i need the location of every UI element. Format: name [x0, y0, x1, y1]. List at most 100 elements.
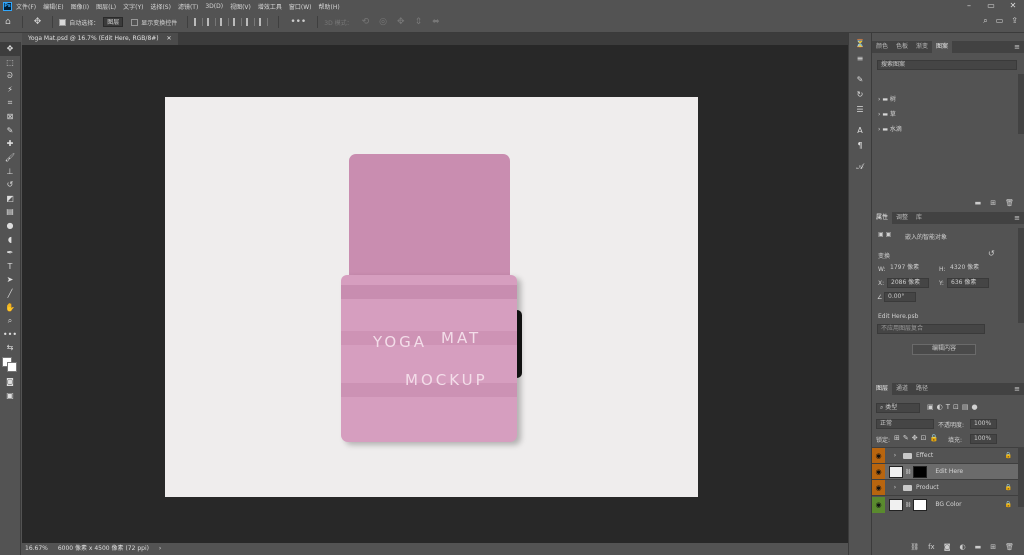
tab-properties[interactable]: 属性 — [872, 212, 893, 224]
line-tool-icon[interactable]: ╱ — [0, 287, 20, 301]
show-transform-checkbox[interactable] — [131, 18, 139, 26]
move-tool-icon[interactable]: ✥ — [0, 42, 20, 56]
pattern-group[interactable]: › ▬ 草 — [878, 109, 896, 118]
path-select-tool-icon[interactable]: ➤ — [0, 273, 20, 287]
panel-menu-icon[interactable]: ≡ — [1014, 212, 1020, 224]
menu-item-view[interactable]: 视图(V) — [230, 2, 251, 11]
align-center-icon[interactable] — [207, 18, 217, 26]
menu-item-layer[interactable]: 图层(L) — [96, 2, 116, 11]
pattern-group[interactable]: › ▬ 水滴 — [878, 124, 902, 133]
new-layer-icon[interactable]: ⊞ — [990, 541, 996, 553]
tab-swatches[interactable]: 色板 — [892, 41, 912, 53]
marquee-tool-icon[interactable]: ⬚ — [0, 56, 20, 70]
history-icon[interactable]: ⏳ — [849, 39, 871, 54]
layer-filter-icons[interactable]: ▣◐T⊡▤● — [927, 403, 981, 411]
menu-item-image[interactable]: 图像(I) — [71, 2, 89, 11]
delete-icon[interactable]: 🗑 — [1005, 197, 1014, 209]
close-icon[interactable]: ✕ — [1002, 0, 1024, 12]
y-field[interactable]: 636 像素 — [947, 278, 989, 288]
visibility-eye-icon[interactable]: ◉ — [872, 447, 885, 464]
tab-layers[interactable]: 图层 — [872, 383, 893, 395]
search-icon[interactable]: ⌕ — [983, 16, 987, 26]
type-tool-icon[interactable]: T — [0, 260, 20, 274]
more-options-icon[interactable]: ••• — [290, 17, 306, 27]
hand-tool-icon[interactable]: ✋ — [0, 300, 20, 314]
add-mask-icon[interactable]: ◙ — [944, 541, 951, 553]
background-color-swatch[interactable] — [7, 361, 17, 372]
tab-color[interactable]: 颜色 — [872, 41, 892, 53]
lasso-tool-icon[interactable]: ᘐ — [0, 69, 20, 83]
align-bottom-icon[interactable] — [259, 18, 269, 26]
pattern-group[interactable]: › ▬ 树 — [878, 94, 896, 103]
stamp-tool-icon[interactable]: ⊥ — [0, 164, 20, 178]
menu-item-file[interactable]: 文件(F) — [16, 2, 36, 11]
layer-style-icon[interactable]: fx — [928, 541, 935, 553]
visibility-eye-icon[interactable]: ◉ — [872, 479, 885, 496]
minimize-icon[interactable]: – — [958, 0, 980, 12]
paragraph-icon[interactable]: ¶ — [849, 141, 871, 156]
menu-item-plugins[interactable]: 增效工具 — [258, 2, 282, 11]
menu-item-help[interactable]: 帮助(H) — [319, 2, 340, 11]
panel-menu-icon[interactable]: ≡ — [1014, 41, 1020, 53]
menu-item-type[interactable]: 文字(Y) — [123, 2, 143, 11]
properties-icon[interactable]: ≡ — [849, 54, 871, 69]
layer-row-bg-color[interactable]: ◉ ⛓ BG Color 🔒 — [872, 495, 1024, 513]
status-arrow-icon[interactable]: › — [159, 545, 161, 552]
dodge-tool-icon[interactable]: ◖ — [0, 232, 20, 246]
history-brush-tool-icon[interactable]: ↺ — [0, 178, 20, 192]
share-icon[interactable]: ⇪ — [1011, 16, 1018, 26]
layer-filter-dropdown[interactable]: ⌕ 类型 — [876, 403, 920, 413]
link-layers-icon[interactable]: ⛓ — [910, 541, 919, 553]
chevron-right-icon[interactable]: › — [891, 452, 899, 459]
close-tab-icon[interactable]: ✕ — [167, 35, 172, 42]
chevron-right-icon[interactable]: › — [891, 484, 899, 491]
brush-tool-icon[interactable]: 🖌 — [0, 151, 20, 165]
document-tab[interactable]: Yoga Mat.psd @ 16.7% (Edit Here, RGB/8#)… — [22, 33, 178, 45]
width-field[interactable]: 1797 像素 — [887, 264, 929, 274]
zoom-tool-icon[interactable]: ⌕ — [0, 314, 20, 328]
blur-tool-icon[interactable]: ● — [0, 219, 20, 233]
move-tool-icon[interactable]: ✥ — [34, 17, 42, 27]
screen-mode-icon[interactable]: ▣ — [0, 388, 20, 402]
gradient-tool-icon[interactable]: ▤ — [0, 205, 20, 219]
layer-row-product[interactable]: ◉ › Product 🔒 — [872, 479, 1024, 496]
adjustments-icon[interactable]: ↻ — [849, 90, 871, 105]
adjustment-layer-icon[interactable]: ◐ — [960, 541, 966, 553]
align-middle-icon[interactable] — [246, 18, 256, 26]
lock-icons[interactable]: ⊞✎✥⊡🔒 — [894, 434, 941, 442]
color-swatches[interactable] — [0, 355, 20, 375]
menu-item-filter[interactable]: 滤镜(T) — [178, 2, 198, 11]
blend-mode-dropdown[interactable]: 正常 — [876, 419, 934, 429]
menu-item-select[interactable]: 选择(S) — [150, 2, 171, 11]
x-field[interactable]: 2086 像素 — [887, 278, 929, 288]
tab-libraries[interactable]: 库 — [912, 212, 926, 224]
fill-field[interactable]: 100% — [970, 434, 997, 444]
brush-settings-icon[interactable]: ✎ — [849, 75, 871, 90]
tab-channels[interactable]: 通道 — [892, 383, 912, 395]
visibility-eye-icon[interactable]: ◉ — [872, 463, 885, 480]
workspace-icon[interactable]: ▭ — [996, 16, 1004, 26]
maximize-icon[interactable]: ▭ — [980, 0, 1002, 12]
layer-comps-icon[interactable]: ☰ — [849, 105, 871, 120]
layers-scrollbar[interactable] — [1018, 447, 1024, 507]
eraser-tool-icon[interactable]: ◩ — [0, 192, 20, 206]
menu-item-window[interactable]: 窗口(W) — [289, 2, 312, 11]
character-icon[interactable]: A — [849, 126, 871, 141]
new-pattern-icon[interactable]: ⊞ — [990, 197, 996, 209]
new-group-icon[interactable]: ▬ — [975, 541, 982, 553]
angle-field[interactable]: 0.00° — [884, 292, 916, 302]
edit-contents-button[interactable]: 编辑内容 — [912, 344, 976, 355]
delete-icon[interactable]: 🗑 — [1005, 541, 1014, 553]
glyphs-icon[interactable]: 𝒜 — [849, 162, 871, 177]
magic-wand-tool-icon[interactable]: ⚡ — [0, 83, 20, 97]
frame-tool-icon[interactable]: ⊠ — [0, 110, 20, 124]
align-top-icon[interactable] — [233, 18, 243, 26]
layer-row-edit-here[interactable]: ◉ ⛓ Edit Here — [872, 463, 1024, 480]
visibility-eye-icon[interactable]: ◉ — [872, 496, 885, 513]
panel-menu-icon[interactable]: ≡ — [1014, 383, 1020, 395]
edit-toolbar-icon[interactable]: ••• — [0, 327, 20, 341]
patterns-scrollbar[interactable] — [1018, 74, 1024, 134]
align-left-icon[interactable] — [194, 18, 204, 26]
tab-adjustments[interactable]: 调整 — [892, 212, 912, 224]
tab-paths[interactable]: 路径 — [912, 383, 932, 395]
